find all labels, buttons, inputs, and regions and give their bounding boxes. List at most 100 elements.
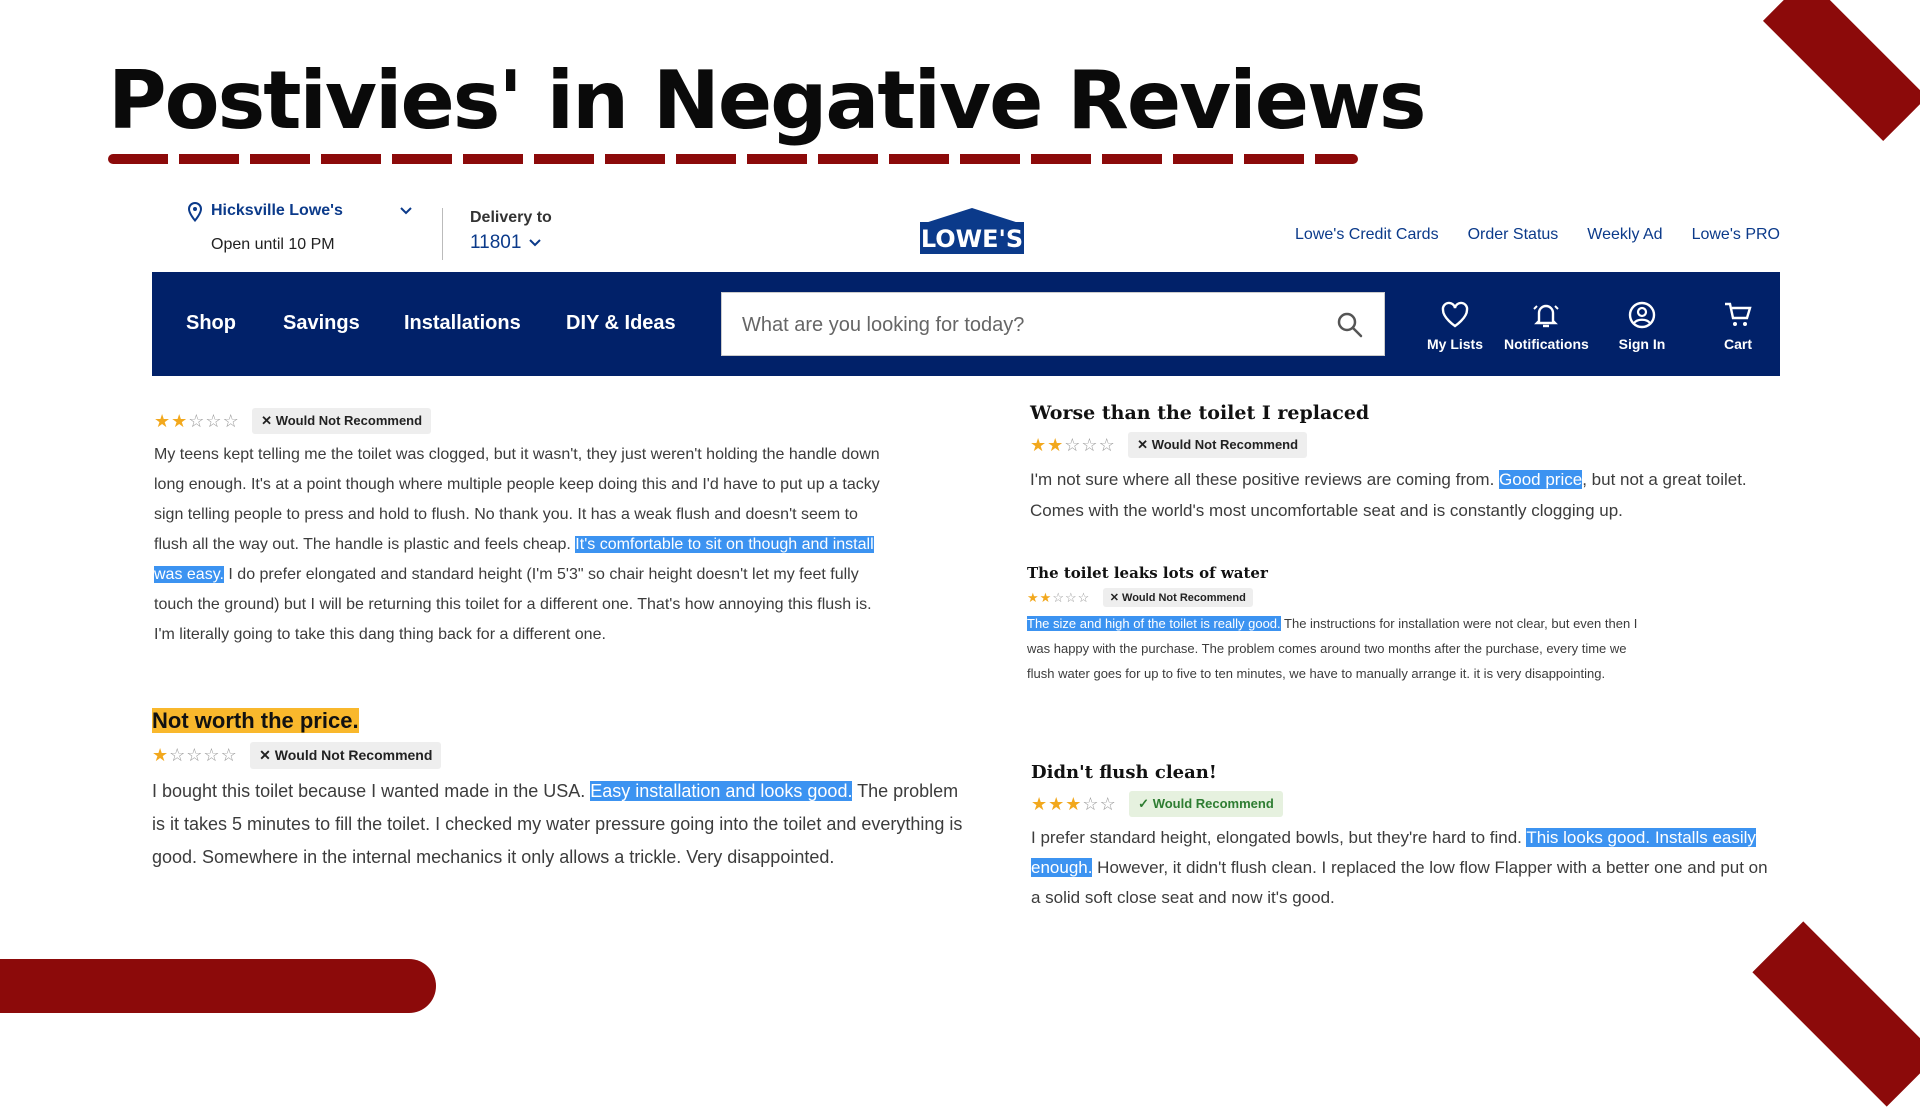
- nav-shop[interactable]: Shop: [186, 312, 236, 335]
- cart-icon: [1725, 302, 1752, 326]
- store-header: Hicksville Lowe's Open until 10 PM Deliv…: [152, 190, 1780, 270]
- main-navbar: Shop Savings Installations DIY & Ideas M…: [152, 272, 1780, 376]
- recommend-label: Would Not Recommend: [274, 747, 433, 763]
- lowes-logo[interactable]: LOWE'S: [918, 206, 1026, 256]
- recommend-badge: ✕ Would Not Recommend: [1128, 432, 1308, 458]
- my-lists-button[interactable]: My Lists: [1413, 300, 1497, 352]
- slide-title: Postivies' in Negative Reviews: [108, 54, 1426, 147]
- bar-decoration-bottom-left: [0, 959, 436, 1013]
- store-name[interactable]: Hicksville Lowe's: [211, 202, 343, 220]
- nav-installations[interactable]: Installations: [404, 312, 521, 335]
- review-text: I do prefer elongated and standard heigh…: [154, 566, 872, 643]
- notifications-button[interactable]: Notifications: [1504, 300, 1589, 352]
- star-filled-icon: ★: [1030, 434, 1048, 455]
- star-rating: ★☆☆☆☆: [152, 745, 238, 766]
- star-empty-icon: ☆: [222, 410, 240, 431]
- review-title: Worse than the toilet I replaced: [1030, 402, 1370, 424]
- bell-icon: [1533, 304, 1559, 328]
- star-filled-icon: ★: [1039, 589, 1053, 605]
- star-empty-icon: ☆: [169, 745, 187, 765]
- cart-label: Cart: [1723, 336, 1752, 352]
- notifications-label: Notifications: [1504, 336, 1589, 352]
- review-body: I bought this toilet because I wanted ma…: [152, 775, 968, 874]
- review-title: Didn't flush clean!: [1031, 762, 1217, 783]
- sign-in-label: Sign In: [1618, 336, 1666, 352]
- cart-button[interactable]: Cart: [1696, 300, 1780, 352]
- header-divider: [442, 208, 443, 260]
- review-card: The toilet leaks lots of water ★★☆☆☆ ✕ W…: [1027, 564, 1643, 686]
- search-input[interactable]: [740, 293, 1324, 357]
- store-hours: Open until 10 PM: [211, 236, 335, 253]
- recommend-badge: ✕ Would Not Recommend: [250, 742, 442, 769]
- sign-in-button[interactable]: Sign In: [1600, 300, 1684, 352]
- location-pin-icon: [187, 202, 203, 222]
- x-icon: ✕: [1109, 592, 1119, 604]
- star-empty-icon: ☆: [203, 745, 221, 765]
- link-credit-cards[interactable]: Lowe's Credit Cards: [1295, 226, 1439, 244]
- star-empty-icon: ☆: [1081, 434, 1099, 455]
- star-empty-icon: ☆: [220, 745, 238, 765]
- x-icon: ✕: [261, 413, 273, 428]
- review-title-text: Not worth the price.: [152, 708, 359, 733]
- star-empty-icon: ☆: [186, 745, 204, 765]
- recommend-label: Would Not Recommend: [1151, 437, 1299, 452]
- star-rating: ★★★☆☆: [1031, 794, 1117, 815]
- search-icon[interactable]: [1336, 311, 1364, 339]
- star-filled-icon: ★: [171, 410, 189, 431]
- star-filled-icon: ★: [1065, 793, 1083, 814]
- star-empty-icon: ☆: [1064, 589, 1078, 605]
- review-body: I'm not sure where all these positive re…: [1030, 464, 1790, 526]
- positive-highlight: Good price: [1499, 470, 1583, 489]
- positive-highlight: The size and high of the toilet is reall…: [1027, 616, 1281, 631]
- search-box: [721, 292, 1385, 357]
- link-order-status[interactable]: Order Status: [1468, 226, 1559, 244]
- star-empty-icon: ☆: [1064, 434, 1082, 455]
- recommend-label: Would Not Recommend: [1122, 592, 1246, 604]
- delivery-label: Delivery to: [470, 209, 552, 226]
- star-empty-icon: ☆: [1099, 793, 1117, 814]
- star-empty-icon: ☆: [205, 410, 223, 431]
- star-empty-icon: ☆: [1077, 589, 1091, 605]
- review-body: I prefer standard height, elongated bowl…: [1031, 823, 1781, 913]
- chevron-down-icon[interactable]: [528, 236, 542, 250]
- star-empty-icon: ☆: [1098, 434, 1116, 455]
- review-text: I'm not sure where all these positive re…: [1030, 470, 1500, 489]
- review-title: Not worth the price.: [152, 708, 968, 734]
- nav-diy-ideas[interactable]: DIY & Ideas: [566, 312, 676, 335]
- my-lists-label: My Lists: [1426, 336, 1483, 352]
- star-rating: ★★☆☆☆: [1030, 435, 1116, 456]
- user-icon: [1628, 301, 1656, 329]
- review-card: Worse than the toilet I replaced ★★☆☆☆ ✕…: [1030, 402, 1790, 526]
- star-empty-icon: ☆: [188, 410, 206, 431]
- nav-savings[interactable]: Savings: [283, 312, 360, 335]
- title-dashed-underline: [108, 154, 1358, 164]
- review-body: My teens kept telling me the toilet was …: [154, 440, 894, 650]
- positive-highlight: Easy installation and looks good.: [590, 781, 853, 801]
- star-filled-icon: ★: [1048, 793, 1066, 814]
- review-card: Didn't flush clean! ★★★☆☆ ✓ Would Recomm…: [1031, 762, 1781, 913]
- recommend-label: Would Recommend: [1152, 796, 1274, 811]
- top-links: Lowe's Credit Cards Order Status Weekly …: [1295, 226, 1780, 244]
- corner-decoration-top-right: [1762, 0, 1920, 142]
- recommend-label: Would Not Recommend: [275, 413, 423, 428]
- star-empty-icon: ☆: [1052, 589, 1065, 605]
- review-text: However, it didn't flush clean. I replac…: [1031, 858, 1768, 907]
- link-lowes-pro[interactable]: Lowe's PRO: [1692, 226, 1780, 244]
- link-weekly-ad[interactable]: Weekly Ad: [1587, 226, 1662, 244]
- review-card: Not worth the price. ★☆☆☆☆ ✕ Would Not R…: [152, 708, 968, 874]
- review-text: I prefer standard height, elongated bowl…: [1031, 828, 1527, 847]
- check-icon: ✓: [1138, 796, 1150, 811]
- heart-icon: [1441, 301, 1469, 328]
- star-rating: ★★☆☆☆: [154, 411, 240, 432]
- review-body: The size and high of the toilet is reall…: [1027, 611, 1643, 686]
- star-filled-icon: ★: [1027, 589, 1040, 605]
- review-text: I bought this toilet because I wanted ma…: [152, 781, 591, 801]
- star-filled-icon: ★: [152, 745, 170, 765]
- x-icon: ✕: [1137, 437, 1149, 452]
- logo-text: LOWE'S: [921, 225, 1023, 253]
- star-filled-icon: ★: [1047, 434, 1065, 455]
- delivery-zip[interactable]: 11801: [470, 232, 521, 254]
- recommend-badge: ✕ Would Not Recommend: [252, 408, 432, 434]
- star-empty-icon: ☆: [1082, 793, 1100, 814]
- review-title: The toilet leaks lots of water: [1027, 564, 1268, 582]
